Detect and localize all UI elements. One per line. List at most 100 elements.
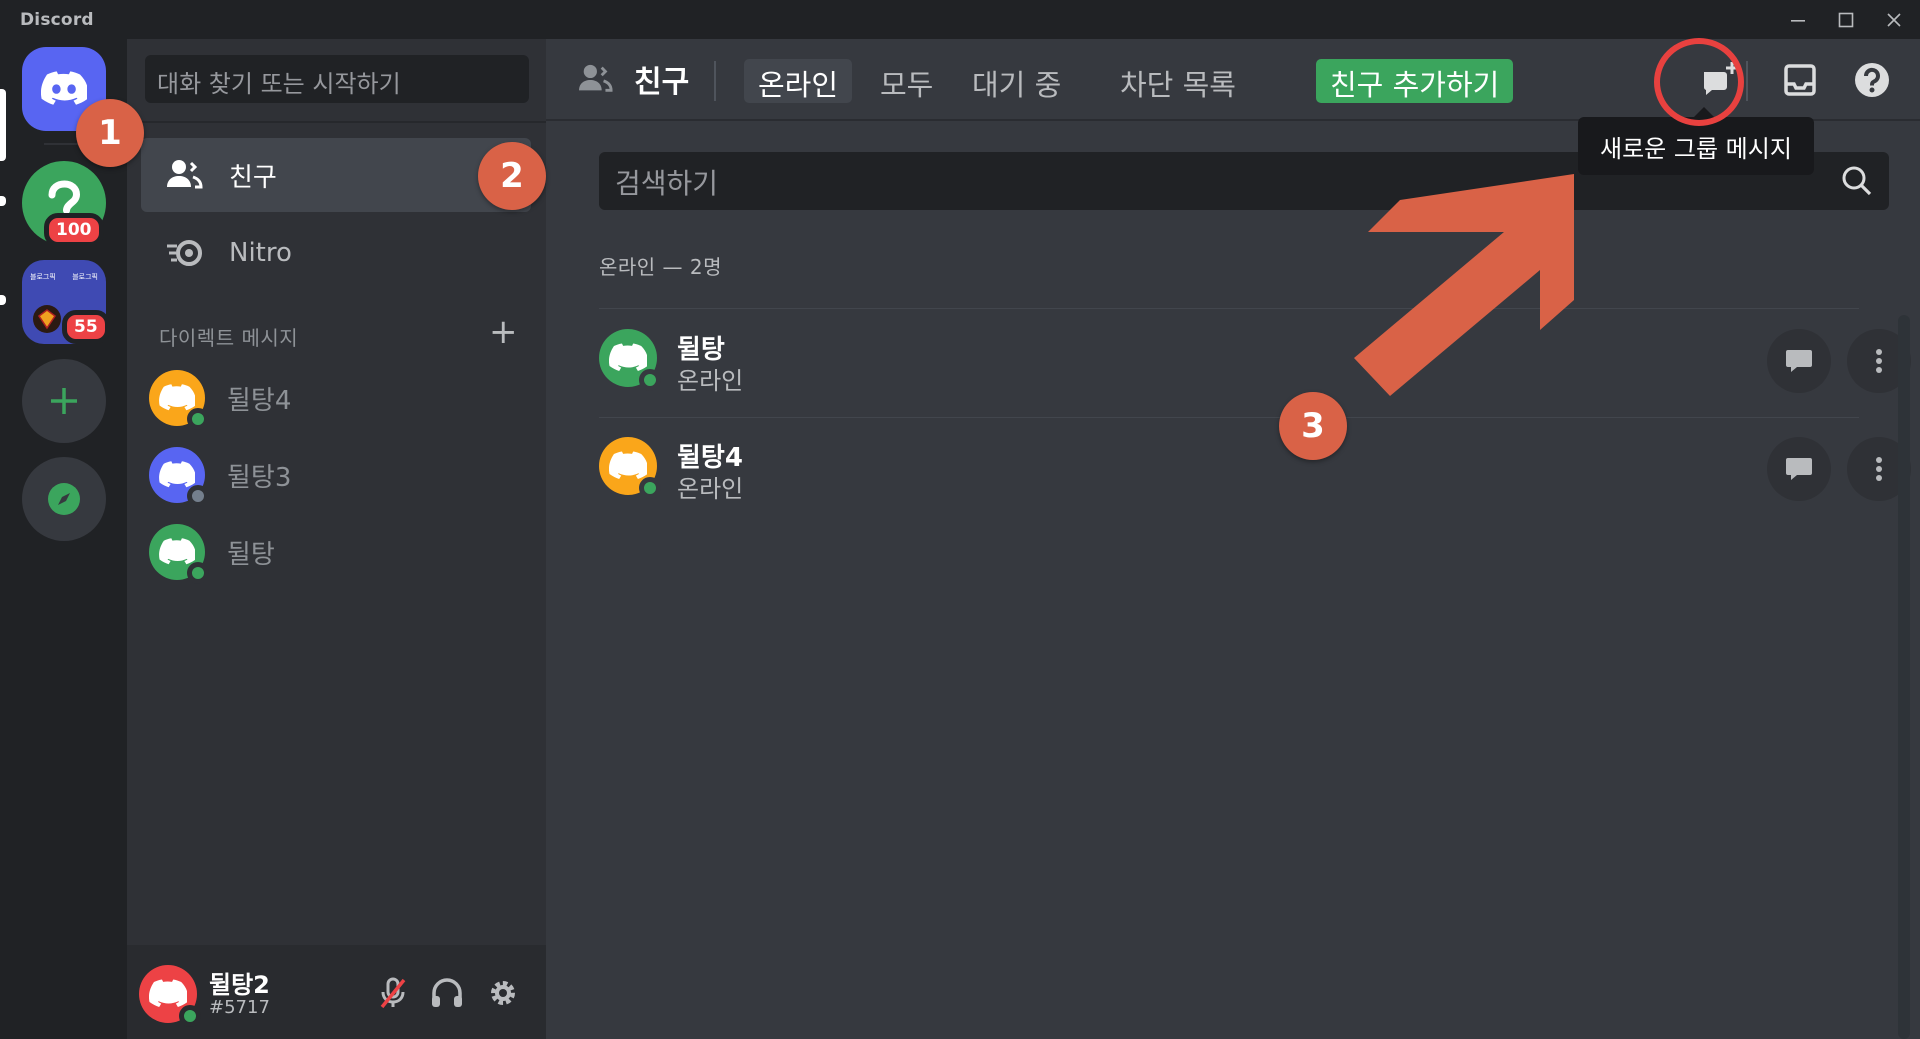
discord-logo-icon xyxy=(159,384,195,411)
status-online-indicator xyxy=(187,408,209,430)
avatar xyxy=(149,447,209,507)
maximize-button[interactable] xyxy=(1826,4,1866,36)
conversation-search[interactable]: 대화 찾기 또는 시작하기 xyxy=(145,55,529,103)
dm-name: 뒬탕4 xyxy=(227,385,292,416)
friend-row[interactable]: 뒬탕 온라인 xyxy=(599,309,1911,405)
status-offline-indicator xyxy=(187,485,209,507)
inbox-icon xyxy=(1784,64,1816,96)
inbox-button[interactable] xyxy=(1776,56,1824,104)
help-button[interactable] xyxy=(1848,56,1896,104)
mute-button[interactable] xyxy=(373,973,413,1013)
mention-badge: 55 xyxy=(62,310,110,344)
user-panel: 뒬탕2 #5717 xyxy=(127,945,546,1039)
dm-item[interactable]: 뒬탕4 xyxy=(149,365,533,431)
server-tile-text: 블로그픽 xyxy=(72,273,98,281)
discord-logo-icon xyxy=(609,451,647,479)
nav-label: Nitro xyxy=(229,238,292,268)
avatar[interactable] xyxy=(139,965,201,1027)
title-bar: Discord xyxy=(0,0,1920,39)
search-icon xyxy=(1841,165,1873,204)
plus-icon xyxy=(51,388,77,414)
friend-status: 온라인 xyxy=(677,475,744,503)
more-vertical-icon xyxy=(1876,457,1882,481)
unread-indicator xyxy=(0,295,6,305)
user-tag: #5717 xyxy=(209,997,270,1018)
server-rail: 100 블로그픽 블로그픽 55 xyxy=(0,39,127,1039)
discord-logo-icon xyxy=(609,343,647,371)
annotation-arrow xyxy=(1354,174,1574,396)
minimize-icon xyxy=(1791,20,1805,22)
compass-icon xyxy=(48,483,80,515)
discord-logo-icon xyxy=(159,538,195,565)
avatar xyxy=(149,370,209,430)
nav-nitro[interactable]: Nitro xyxy=(141,216,531,290)
friend-status: 온라인 xyxy=(677,367,744,395)
status-online-indicator xyxy=(179,1005,201,1027)
status-online-indicator xyxy=(639,369,661,391)
status-online-indicator xyxy=(639,477,661,499)
friend-row[interactable]: 뒬탕4 온라인 xyxy=(599,417,1911,513)
minimize-button[interactable] xyxy=(1778,4,1818,36)
user-settings-button[interactable] xyxy=(483,973,523,1013)
avatar xyxy=(599,329,661,391)
message-button[interactable] xyxy=(1767,329,1831,393)
microphone-muted-icon xyxy=(380,977,406,1009)
friends-main: 친구 온라인 모두 대기 중 차단 목록 친구 추가하기 검색하기 온라인 — … xyxy=(546,39,1920,1039)
add-friend-button[interactable]: 친구 추가하기 xyxy=(1316,59,1514,103)
divider xyxy=(127,121,546,123)
divider xyxy=(1746,61,1748,101)
page-title-text: 친구 xyxy=(634,65,690,100)
close-icon xyxy=(1887,13,1901,27)
discord-logo-icon xyxy=(159,461,195,488)
step-marker: 2 xyxy=(478,142,546,210)
dm-name: 뒬탕 xyxy=(227,539,275,570)
help-icon xyxy=(1855,63,1889,97)
deafen-button[interactable] xyxy=(427,973,467,1013)
server-tile-text: 블로그픽 xyxy=(30,273,56,281)
tab-pending[interactable]: 대기 중 xyxy=(958,59,1075,103)
search-placeholder: 검색하기 xyxy=(615,167,719,200)
divider xyxy=(714,61,716,101)
maximize-icon xyxy=(1838,12,1854,28)
friends-icon xyxy=(163,153,207,197)
chat-bubble-icon xyxy=(1786,350,1812,372)
step-marker: 1 xyxy=(76,99,144,167)
close-button[interactable] xyxy=(1874,4,1914,36)
headphones-icon xyxy=(432,978,462,1007)
message-button[interactable] xyxy=(1767,437,1831,501)
nitro-icon xyxy=(163,231,207,275)
scrollbar[interactable] xyxy=(1898,315,1910,1039)
dm-header: 다이렉트 메시지 xyxy=(159,326,299,350)
server-quiz[interactable]: 100 xyxy=(22,161,106,247)
step-marker: 3 xyxy=(1279,392,1347,460)
friends-icon xyxy=(576,62,616,96)
gear-icon xyxy=(491,981,515,1005)
selected-indicator xyxy=(0,89,6,161)
page-title: 친구 xyxy=(576,57,689,101)
tab-online[interactable]: 온라인 xyxy=(744,59,853,103)
discord-logo-icon xyxy=(41,71,87,105)
add-server-button[interactable] xyxy=(22,359,106,443)
dm-item[interactable]: 뒬탕3 xyxy=(149,442,533,508)
dm-item[interactable]: 뒬탕 xyxy=(149,519,533,585)
server-blog[interactable]: 블로그픽 블로그픽 55 xyxy=(22,260,110,344)
unread-indicator xyxy=(0,196,6,206)
nav-friends[interactable]: 친구 xyxy=(141,138,531,212)
dm-name: 뒬탕3 xyxy=(227,462,292,493)
discord-logo-icon xyxy=(149,979,187,1007)
tab-blocked[interactable]: 차단 목록 xyxy=(1106,59,1250,103)
highlight-ring xyxy=(1654,38,1744,126)
tab-all[interactable]: 모두 xyxy=(866,59,947,103)
avatar xyxy=(599,437,661,499)
avatar xyxy=(149,524,209,584)
online-count-label: 온라인 — 2명 xyxy=(599,255,723,279)
explore-servers-button[interactable] xyxy=(22,457,106,541)
username: 뒬탕2 xyxy=(209,971,270,999)
gem-icon xyxy=(33,305,61,333)
status-online-indicator xyxy=(187,562,209,584)
app-title: Discord xyxy=(20,10,94,30)
more-vertical-icon xyxy=(1876,349,1882,373)
nav-label: 친구 xyxy=(229,162,277,193)
create-dm-plus-icon[interactable]: + xyxy=(489,315,518,349)
mention-badge: 100 xyxy=(44,213,104,247)
